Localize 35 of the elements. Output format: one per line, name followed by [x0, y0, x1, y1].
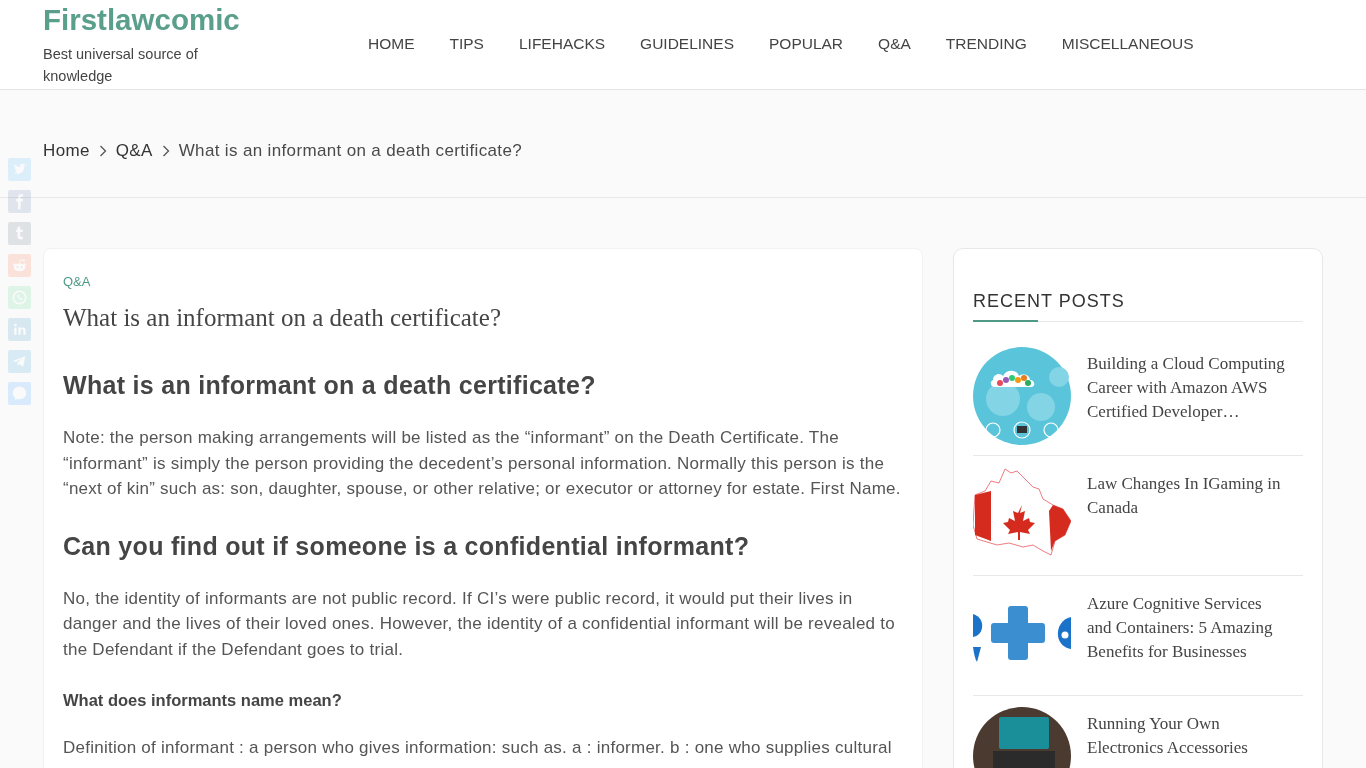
nav-link[interactable]: POPULAR: [769, 34, 844, 54]
sidebar-heading: RECENT POSTS: [973, 290, 1125, 313]
alien-face-icon[interactable]: [8, 254, 31, 277]
recent-post-link[interactable]: Running Your Own Electronics Accessories: [1087, 707, 1289, 760]
in-letter-icon[interactable]: [8, 318, 31, 341]
nav-link[interactable]: HOME: [368, 34, 415, 54]
nav-link[interactable]: LIFEHACKS: [518, 34, 606, 54]
breadcrumb-link[interactable]: Home: [43, 140, 90, 162]
recent-post-link[interactable]: Law Changes In IGaming in Canada: [1087, 467, 1289, 520]
nav-link[interactable]: GUIDELINES: [640, 34, 734, 54]
article-title: What is an informant on a death certificate?: [63, 303, 501, 333]
site-tagline: Best universal source of knowledge: [43, 45, 199, 86]
paragraph: Note: the person making arrangements will be listed as the “informant” on the Death Certificate. The “informant” is simply the person providing the decedent’s personal information. Normally this person is the “next of kin” such as: son, daughter, spouse, or other relative; or executor or attorney for estate. First Name.: [63, 427, 902, 500]
f-letter-icon[interactable]: [8, 190, 31, 213]
phone-bubble-icon[interactable]: [8, 286, 31, 309]
bird-icon[interactable]: [8, 158, 31, 181]
nav-link[interactable]: MISCELLANEOUS: [1061, 34, 1194, 54]
paper-plane-icon[interactable]: [8, 350, 31, 373]
paragraph: Definition of informant : a person who gives information: such as. a : informer. b : one who supplies cultural: [63, 737, 892, 759]
t-letter-icon[interactable]: [8, 222, 31, 245]
nav-link[interactable]: TIPS: [449, 34, 484, 54]
chevron-right-icon: [161, 145, 170, 157]
chat-bubble-icon[interactable]: [8, 382, 31, 405]
chevron-right-icon: [98, 145, 107, 157]
nav-link[interactable]: TRENDING: [945, 34, 1027, 54]
recent-post-link[interactable]: Azure Cognitive Services and Containers: 5 Amazing Benefits for Businesses: [1087, 587, 1289, 664]
section-heading: What is an informant on a death certificate?: [63, 370, 596, 401]
breadcrumb-current: What is an informant on a death certificate?: [178, 140, 522, 162]
nav-link[interactable]: Q&A: [878, 34, 911, 54]
paragraph: No, the identity of informants are not public record. If CI’s were public record, it would put their lives in danger and the lives of their loved ones. However, the identity of a confidential informant will be revealed to the Defendant if the Defendant goes to trial.: [63, 587, 896, 661]
subsection-heading: What does informants name mean?: [63, 690, 342, 711]
breadcrumb-link[interactable]: Q&A: [115, 140, 153, 162]
section-heading: Can you find out if someone is a confidential informant?: [63, 530, 750, 562]
recent-post-link[interactable]: Building a Cloud Computing Career with Amazon AWS Certified Developer…: [1087, 347, 1289, 424]
cloud-network-drawing[interactable]: [973, 347, 1071, 445]
